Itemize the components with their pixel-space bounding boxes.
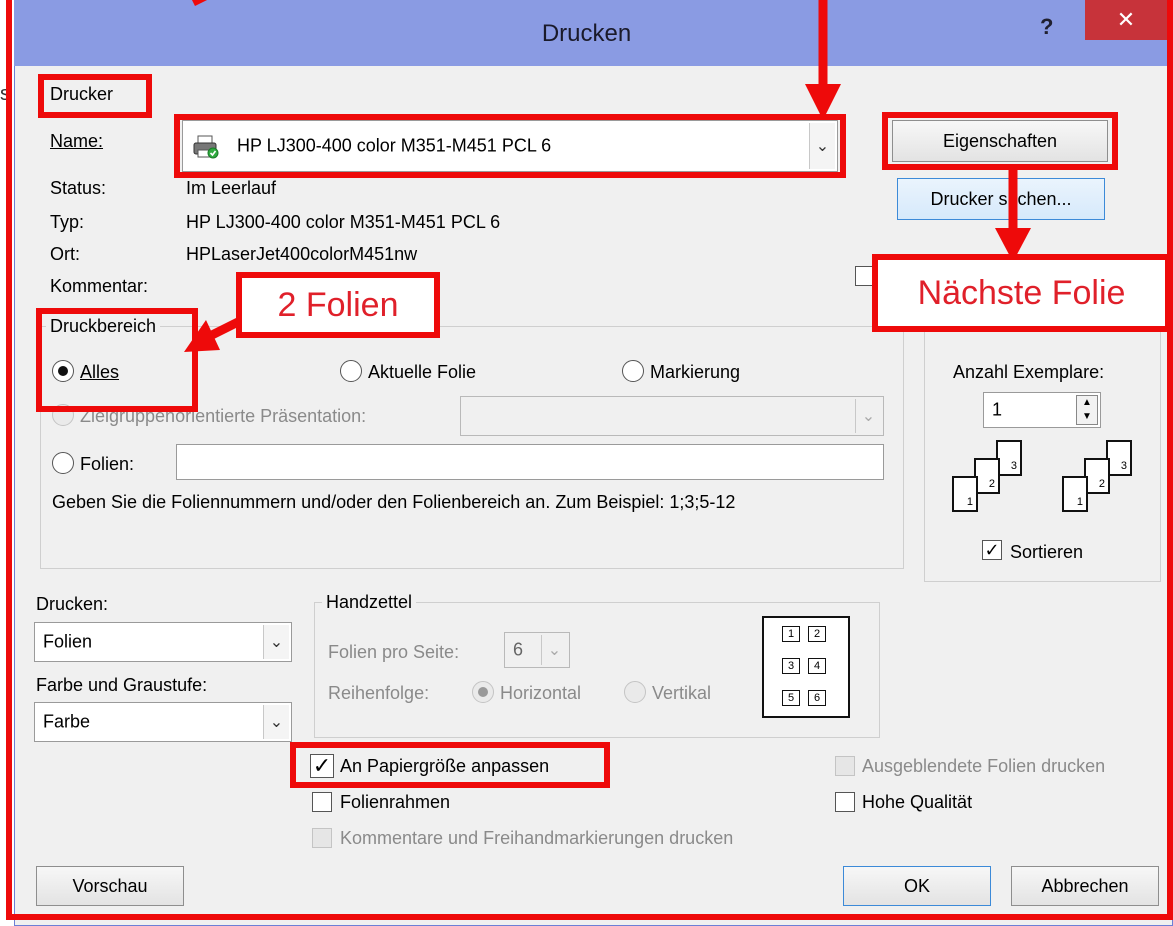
callout-slides: 2 Folien [236, 272, 440, 338]
callout-next-slide: Nächste Folie [872, 254, 1171, 332]
annotation-arrows [184, 0, 1031, 352]
